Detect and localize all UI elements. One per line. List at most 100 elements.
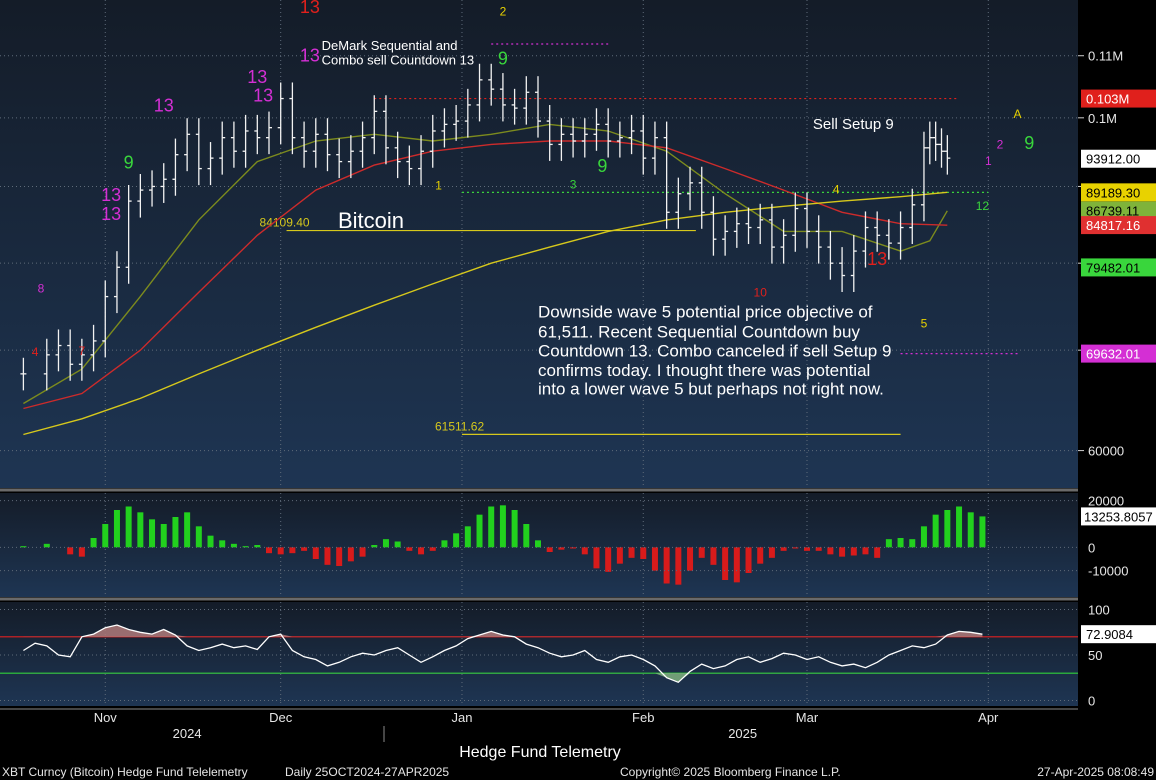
value-tag-label: 93912.00 [1086, 152, 1140, 167]
macd-bar [651, 547, 658, 571]
macd-bar [230, 543, 237, 548]
macd-bar [418, 547, 425, 555]
macd-bar [499, 505, 506, 548]
macd-bar [768, 547, 775, 558]
macd-bar [160, 524, 167, 548]
macd-bar [850, 547, 857, 556]
td-count-label: 1 [435, 178, 442, 192]
macd-bar [464, 526, 471, 548]
macd-bar [698, 547, 705, 558]
td-count-label: 13 [300, 0, 320, 17]
macd-bar [874, 547, 881, 558]
macd-tick-label: 20000 [1088, 494, 1124, 509]
macd-bar [675, 547, 682, 585]
macd-bar [429, 547, 436, 551]
x-axis-bg [0, 710, 1078, 740]
td-count-label: 10 [754, 286, 768, 300]
annotation-text: DeMark Sequential and [322, 38, 458, 53]
annotation-text: into a lower wave 5 but perhaps not righ… [538, 379, 884, 398]
macd-bar [78, 547, 85, 557]
macd-value-tag: 13253.8057 [1084, 509, 1153, 524]
annotation-text: Downside wave 5 potential price objectiv… [538, 302, 873, 321]
copyright-label: Copyright© 2025 Bloomberg Finance L.P. [620, 765, 841, 779]
x-year-label: 2024 [173, 726, 202, 741]
value-tag-label: 0.103M [1086, 92, 1129, 107]
td-count-label: 1 [985, 154, 992, 168]
td-count-label: 9 [124, 153, 134, 173]
td-count-label: 13 [101, 185, 121, 205]
annotation-text: confirms today. I thought there was pote… [538, 361, 870, 380]
td-count-label: 13 [300, 46, 320, 66]
td-count-label: 9 [1024, 133, 1034, 153]
annotation-text: Countdown 13. Combo canceled if sell Set… [538, 342, 891, 361]
td-count-label: 9 [498, 49, 508, 69]
macd-bar [733, 547, 740, 583]
macd-bar [839, 547, 846, 557]
td-count-label: 13 [101, 204, 121, 224]
macd-bar [640, 547, 647, 559]
macd-bar [207, 535, 214, 548]
macd-bar [745, 547, 752, 573]
macd-bar [324, 547, 331, 565]
td-count-label: 13 [867, 249, 887, 269]
macd-bar [570, 547, 577, 549]
macd-bar [359, 547, 366, 557]
macd-bar [593, 547, 600, 569]
macd-bar [862, 547, 869, 555]
td-count-label: 5 [921, 316, 928, 330]
macd-bar [266, 547, 272, 554]
macd-bar [815, 547, 822, 551]
osc-tick-label: 100 [1088, 603, 1110, 618]
macd-bar [546, 547, 553, 552]
bitcoin-chart: 0.11M0.1M60000 84109.4061511.62 200000-1… [0, 0, 1156, 780]
macd-bar [885, 539, 892, 548]
macd-bar [406, 547, 413, 551]
macd-bar [149, 519, 156, 548]
macd-bar [792, 547, 799, 549]
macd-bar [43, 543, 50, 548]
td-count-label: 13 [253, 86, 273, 106]
macd-tick-label: 0 [1088, 540, 1095, 555]
macd-bar [382, 539, 389, 548]
macd-bar [242, 546, 249, 548]
macd-bar [932, 514, 939, 548]
macd-bar [476, 514, 483, 548]
td-count-label: 7 [79, 344, 86, 358]
macd-bar [687, 547, 694, 571]
macd-bar [394, 541, 401, 548]
macd-bar [956, 506, 963, 548]
osc-tick-label: 50 [1088, 648, 1102, 663]
macd-bar [67, 547, 74, 555]
macd-bar [347, 547, 354, 562]
annotation-text: Sell Setup 9 [813, 116, 894, 133]
x-month-label: Mar [796, 710, 819, 725]
value-tag-label: 89189.30 [1086, 185, 1140, 200]
macd-bar [628, 547, 635, 558]
y-tick-label: 0.11M [1088, 49, 1123, 64]
macd-bar [102, 524, 109, 548]
footer-title: Hedge Fund Telemetry [459, 744, 621, 761]
macd-bar [616, 547, 623, 564]
macd-bar [289, 547, 296, 554]
x-year-label: 2025 [728, 726, 757, 741]
macd-bar [605, 547, 612, 572]
macd-bar [897, 538, 904, 548]
macd-bar [967, 512, 974, 548]
macd-bar [757, 547, 764, 564]
macd-bar [219, 540, 226, 548]
value-tag-label: 84817.16 [1086, 218, 1140, 233]
td-count-label: 8 [38, 281, 45, 295]
td-count-label: A [1014, 107, 1022, 121]
x-month-label: Dec [269, 710, 293, 725]
macd-bar [780, 547, 787, 551]
annotation-text: 61,511. Recent Sequential Countdown buy [538, 322, 860, 341]
value-tag-label: 79482.01 [1086, 260, 1140, 275]
macd-bar [336, 547, 343, 566]
macd-bar [581, 547, 588, 555]
macd-bar [909, 539, 916, 548]
instrument-label: XBT Curncy (Bitcoin) Hedge Fund Teleleme… [2, 765, 248, 779]
macd-bar [920, 526, 927, 548]
macd-bar [511, 510, 518, 548]
level-label: 61511.62 [435, 419, 484, 433]
td-count-label: 3 [570, 178, 577, 192]
